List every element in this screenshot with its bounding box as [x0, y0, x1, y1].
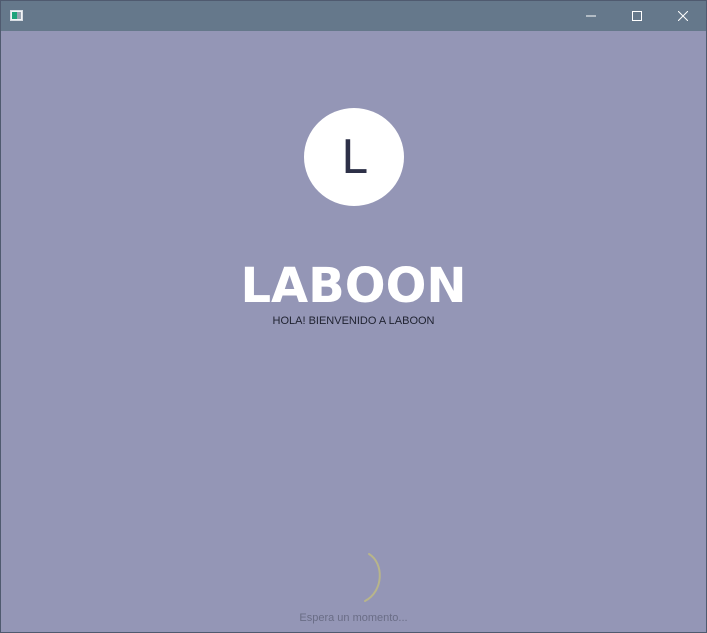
window-controls	[568, 1, 706, 31]
app-avatar: L	[304, 108, 404, 206]
app-window: L LABOON HOLA! BIENVENIDO A LABOON Esper…	[0, 0, 707, 633]
title-bar	[1, 1, 706, 31]
avatar-letter: L	[341, 130, 367, 184]
maximize-button[interactable]	[614, 1, 660, 31]
minimize-icon	[586, 15, 596, 17]
app-icon	[10, 10, 23, 21]
maximize-icon	[632, 11, 642, 21]
welcome-message: HOLA! BIENVENIDO A LABOON	[272, 315, 435, 327]
splash-screen: L LABOON HOLA! BIENVENIDO A LABOON Esper…	[1, 31, 706, 632]
close-icon	[678, 11, 688, 21]
app-title: LABOON	[240, 258, 467, 315]
loading-text: Espera un momento...	[299, 612, 408, 624]
minimize-button[interactable]	[568, 1, 614, 31]
app-icon-right-panel	[17, 12, 21, 19]
loading-spinner-icon	[364, 553, 381, 602]
close-button[interactable]	[660, 1, 706, 31]
